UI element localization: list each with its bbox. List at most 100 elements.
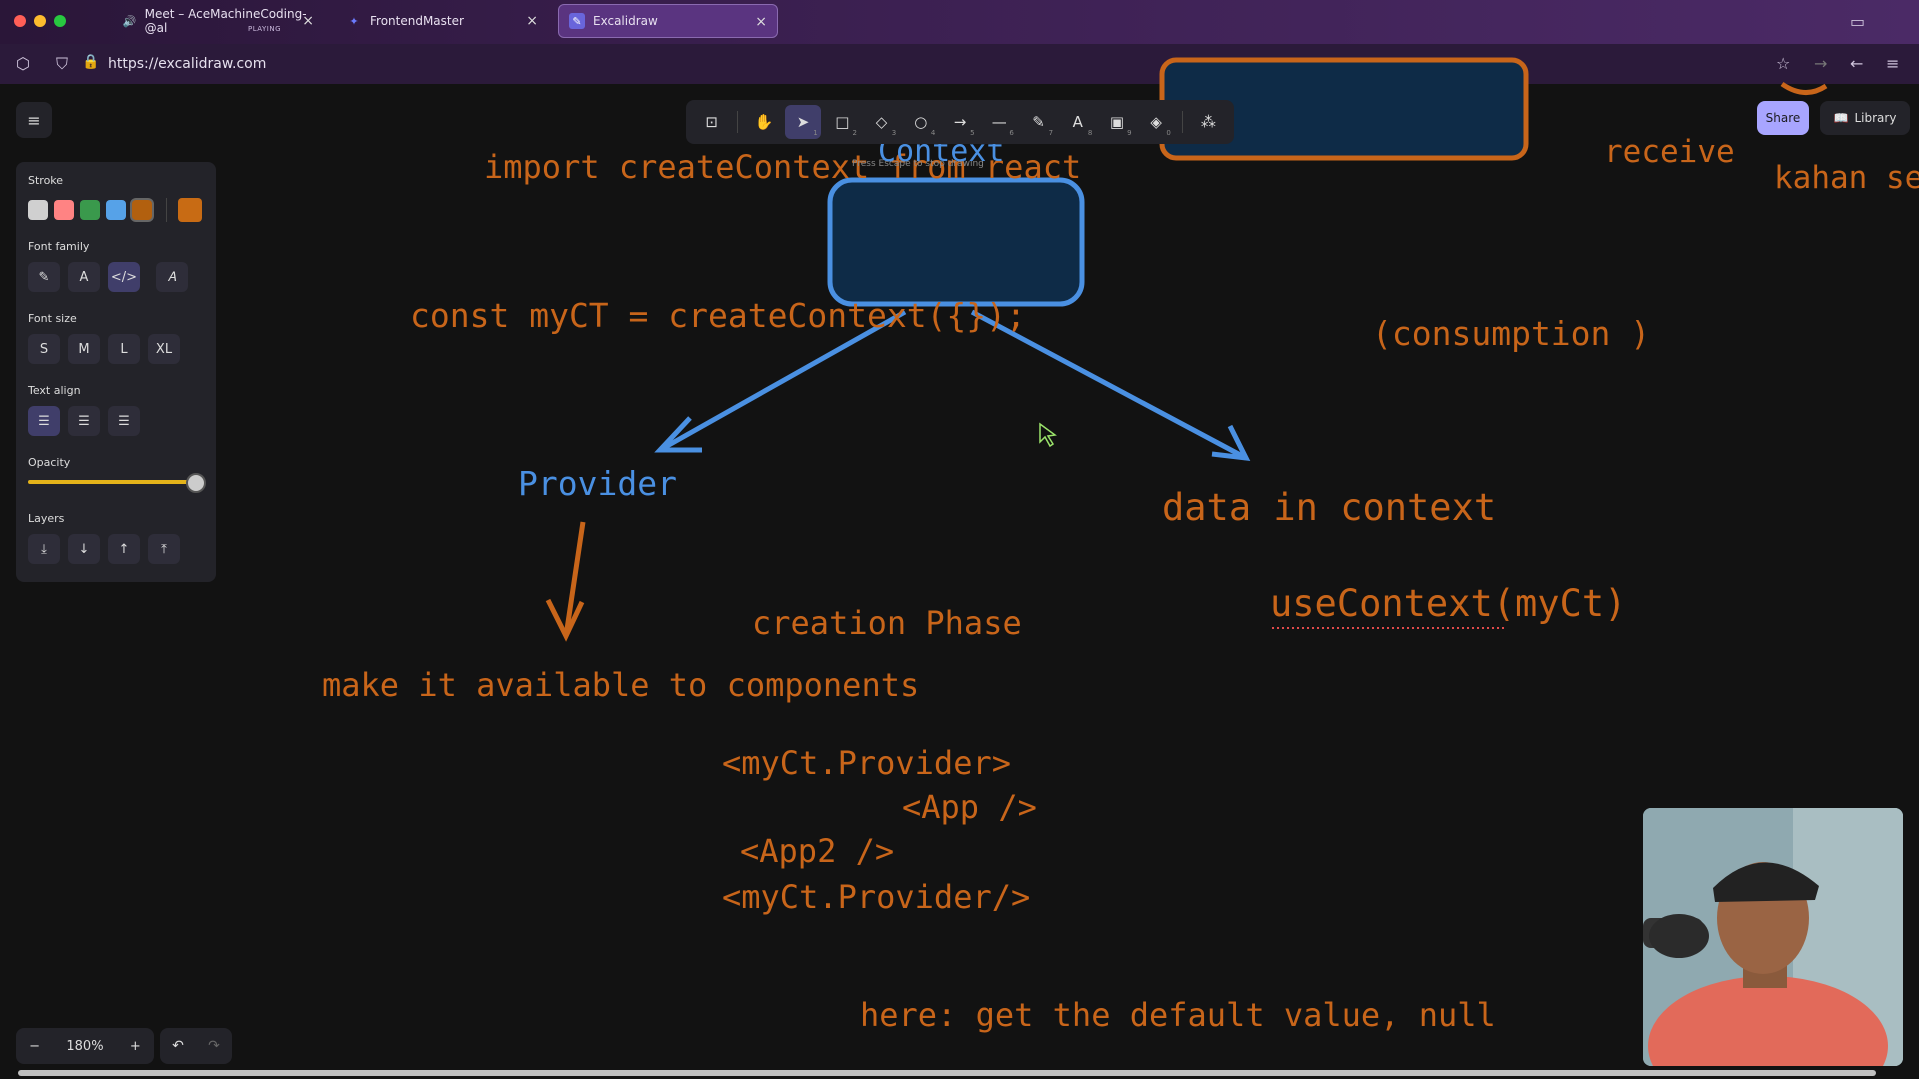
font-size-l[interactable]: L (108, 334, 140, 364)
webcam-overlay (1643, 808, 1903, 1066)
zoom-controls: − 180% + (16, 1028, 154, 1064)
image-icon: ▣ (1109, 113, 1125, 131)
font-size-s[interactable]: S (28, 334, 60, 364)
shape-toolbar: ⊡ ✋ ➤ 1 □ 2 ◇ 3 ○ 4 → 5 —6 ✎ 7 A8 ▣ 9 ◈ 0 ⁂ (686, 100, 1234, 144)
code-icon: </> (110, 269, 138, 285)
toolbar-divider (1181, 111, 1183, 133)
code-line-app2[interactable]: <App2 /> (740, 832, 894, 870)
font-more-button[interactable]: 𝐴 (156, 262, 188, 292)
library-button[interactable]: 📖 Library (1820, 101, 1910, 135)
layers-label: Layers (28, 512, 65, 525)
lock-icon: ⊡ (705, 113, 718, 131)
align-center-button[interactable]: ☰ (68, 406, 100, 436)
creation-phase-text[interactable]: creation Phase (752, 604, 1022, 642)
stroke-swatch-red[interactable] (54, 200, 74, 220)
horizontal-scrollbar[interactable] (18, 1070, 1876, 1076)
ellipse-tool[interactable]: ○ 4 (903, 105, 938, 139)
stroke-swatch-green[interactable] (80, 200, 100, 220)
undo-icon[interactable]: ↶ (172, 1038, 184, 1054)
toolbar-divider (737, 111, 739, 133)
stroke-label: Stroke (28, 174, 64, 187)
hamburger-icon: ≡ (27, 110, 41, 130)
opacity-label: Opacity (28, 456, 71, 469)
diamond-icon: ◇ (875, 113, 888, 131)
presenter-video (1643, 808, 1903, 1066)
stroke-current-color[interactable] (178, 198, 202, 222)
receive-text[interactable]: receive (1604, 134, 1735, 170)
default-value-text[interactable]: here: get the default value, null (860, 996, 1496, 1034)
text-icon: A (1072, 113, 1083, 131)
const-line-text[interactable]: const myCT = createContext({}); (410, 296, 1026, 335)
font-size-xl[interactable]: XL (148, 334, 180, 364)
align-right-button[interactable]: ☰ (108, 406, 140, 436)
selection-tool[interactable]: ➤ 1 (785, 105, 821, 139)
zoom-level[interactable]: 180% (66, 1039, 103, 1054)
line-icon: — (991, 113, 1007, 131)
provider-text[interactable]: Provider (518, 464, 677, 503)
opacity-slider-track[interactable] (28, 480, 198, 484)
font-size-label: Font size (28, 312, 77, 325)
make-available-text[interactable]: make it available to components (322, 666, 919, 704)
book-icon: 📖 (1833, 111, 1849, 125)
stroke-swatch-orange[interactable] (132, 200, 152, 220)
font-normal-button[interactable]: A (68, 262, 100, 292)
font-size-m[interactable]: M (68, 334, 100, 364)
arrow-head-down (545, 598, 585, 642)
partial-circle-shape (1780, 81, 1828, 95)
more-tools-button[interactable]: ⁂ (1191, 105, 1226, 139)
square-icon: □ (835, 113, 850, 131)
data-in-context-text[interactable]: data in context (1162, 486, 1496, 529)
eraser-tool[interactable]: ◈ 0 (1139, 105, 1174, 139)
undo-redo-controls: ↶ ↷ (160, 1028, 232, 1064)
font-family-label: Font family (28, 240, 90, 253)
code-line-provider-open[interactable]: <myCt.Provider> (722, 744, 1011, 782)
align-left-button[interactable]: ☰ (28, 406, 60, 436)
draw-tool[interactable]: ✎ 7 (1021, 105, 1056, 139)
line-tool[interactable]: —6 (982, 105, 1017, 139)
redo-icon[interactable]: ↷ (208, 1038, 220, 1054)
drawing-hint: Press Escape to stop drawing (852, 159, 984, 169)
lock-tool[interactable]: ⊡ (694, 105, 729, 139)
zoom-out-button[interactable]: − (29, 1039, 40, 1054)
align-left-icon: ☰ (38, 413, 50, 429)
stroke-swatch-blue[interactable] (106, 200, 126, 220)
stroke-swatch-gray[interactable] (28, 200, 48, 220)
kahan-text[interactable]: kahan se (1774, 160, 1919, 196)
arrow-head-provider (654, 416, 702, 453)
swatch-divider (166, 198, 167, 222)
send-backward-button[interactable]: ↓ (68, 534, 100, 564)
properties-panel: Stroke Font family ✎ A </> 𝐴 Font size S… (16, 162, 216, 582)
mouse-cursor (1039, 422, 1057, 448)
code-line-app[interactable]: <App /> (902, 788, 1037, 826)
rectangle-tool[interactable]: □ 2 (825, 105, 860, 139)
main-menu-button[interactable]: ≡ (16, 102, 52, 138)
send-to-back-button[interactable]: ⤓ (28, 534, 60, 564)
font-handdrawn-button[interactable]: ✎ (28, 262, 60, 292)
bring-forward-button[interactable]: ↑ (108, 534, 140, 564)
arrow-tool[interactable]: → 5 (942, 105, 977, 139)
align-right-icon: ☰ (118, 413, 130, 429)
font-a-icon: A (79, 269, 89, 285)
send-back-icon: ⤓ (41, 541, 47, 557)
bring-to-front-button[interactable]: ⤒ (148, 534, 180, 564)
share-button[interactable]: Share (1757, 101, 1809, 135)
image-tool[interactable]: ▣ 9 (1099, 105, 1134, 139)
arrow-up-icon: ↑ (118, 541, 130, 557)
opacity-slider-thumb[interactable] (186, 473, 206, 493)
diamond-tool[interactable]: ◇ 3 (864, 105, 899, 139)
arrow-icon: → (953, 113, 967, 131)
hand-tool[interactable]: ✋ (746, 105, 781, 139)
use-context-text[interactable]: useContext(myCt) (1270, 582, 1626, 625)
font-select-icon: 𝐴 (167, 269, 177, 285)
text-tool[interactable]: A8 (1060, 105, 1095, 139)
arrow-down-icon: ↓ (78, 541, 90, 557)
zoom-in-button[interactable]: + (130, 1039, 141, 1054)
shapes-ai-icon: ⁂ (1200, 113, 1216, 131)
circle-icon: ○ (914, 113, 928, 131)
consumption-text[interactable]: (consumption ) (1372, 314, 1650, 353)
code-line-provider-close[interactable]: <myCt.Provider/> (722, 878, 1030, 916)
pencil-icon: ✎ (1032, 113, 1045, 131)
eraser-icon: ◈ (1150, 113, 1162, 131)
pointer-icon: ➤ (796, 113, 810, 131)
font-code-button[interactable]: </> (108, 262, 140, 292)
